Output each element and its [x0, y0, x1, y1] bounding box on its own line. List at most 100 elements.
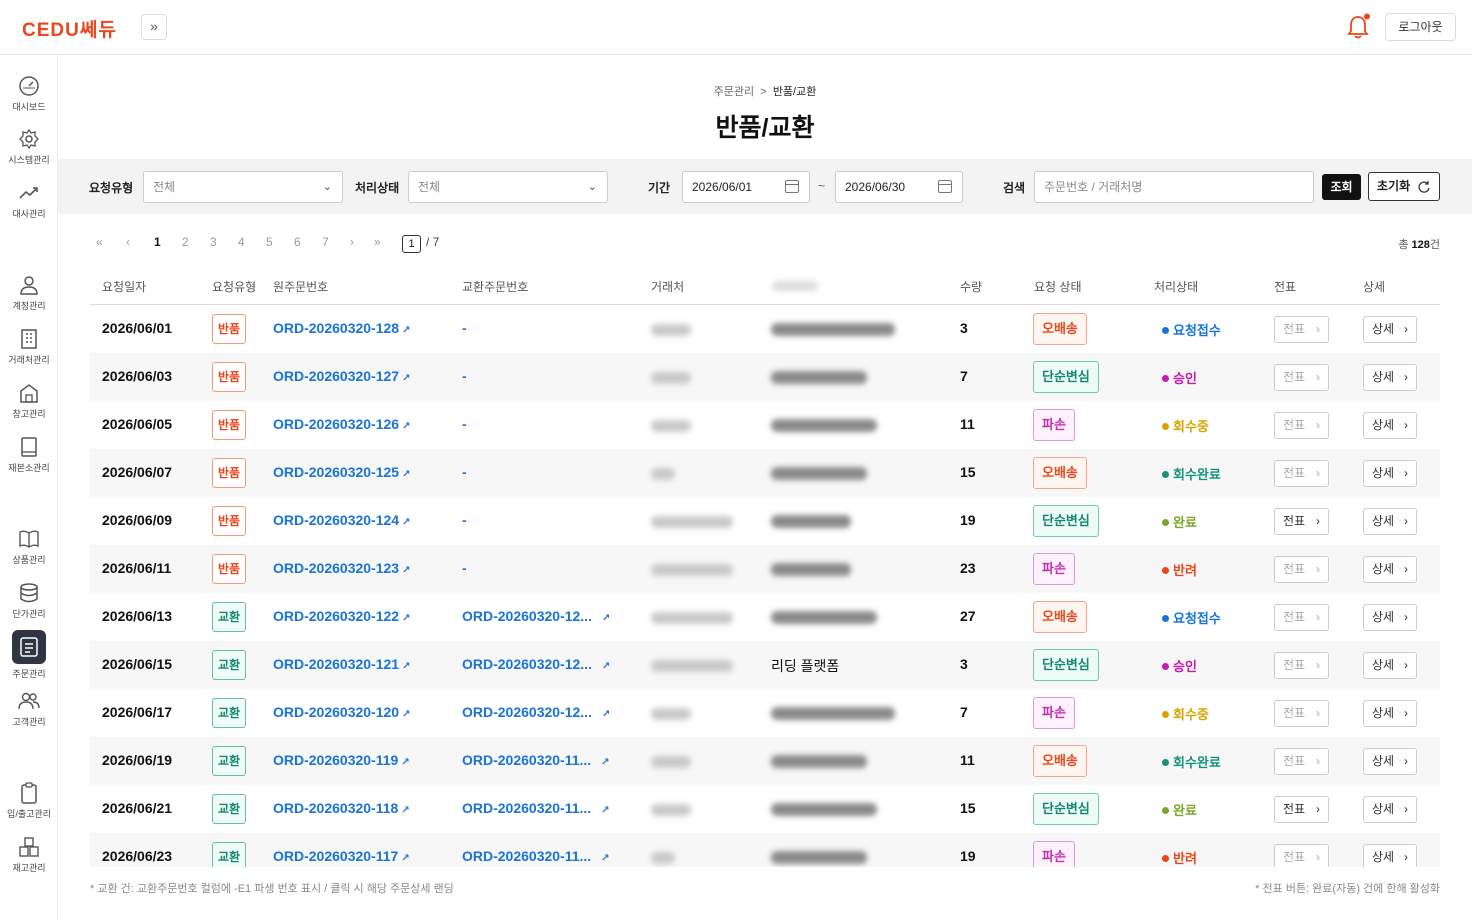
search-input[interactable]: 주문번호 / 거래처명 — [1034, 171, 1314, 203]
page-input[interactable]: 1 — [402, 235, 421, 253]
slip-button[interactable]: 전표 › — [1274, 508, 1329, 535]
notification-bell-icon[interactable] — [1345, 13, 1371, 41]
original-order-link[interactable]: ORD-20260320-120 ↗ — [273, 704, 410, 720]
sidebar-item-label: 시스템관리 — [8, 155, 50, 165]
date-from-input[interactable]: 2026/06/01 — [682, 171, 810, 203]
table-row[interactable]: 2026/06/15 교환 ORD-20260320-121 ↗ ORD-2026032… — [90, 641, 1440, 689]
sidebar-item-stock[interactable]: 재고관리 — [0, 836, 58, 874]
original-order-number: ORD-20260320-127 — [273, 368, 400, 384]
sidebar-item-inout[interactable]: 입/출고관리 — [0, 782, 58, 820]
original-order-link[interactable]: ORD-20260320-119 ↗ — [273, 752, 410, 768]
detail-button[interactable]: 상세 › — [1363, 652, 1417, 679]
detail-button[interactable]: 상세 › — [1363, 364, 1417, 391]
status-dot-icon — [1162, 615, 1169, 622]
original-order-link[interactable]: ORD-20260320-117 ↗ — [273, 848, 410, 864]
external-link-icon: ↗ — [402, 325, 411, 336]
original-order-link[interactable]: ORD-20260320-127 ↗ — [273, 368, 410, 384]
first-page-button[interactable]: « — [96, 235, 103, 249]
expand-sidebar-button[interactable]: » — [141, 14, 167, 40]
page-number[interactable]: 4 — [238, 235, 245, 249]
chevron-right-icon: › — [1316, 658, 1320, 672]
detail-button[interactable]: 상세 › — [1363, 460, 1417, 487]
request-type-badge: 반품 — [212, 554, 247, 584]
original-order-link[interactable]: ORD-20260320-118 ↗ — [273, 800, 410, 816]
prev-page-button[interactable]: ‹ — [126, 235, 130, 249]
date-to-input[interactable]: 2026/06/30 — [835, 171, 963, 203]
last-page-button[interactable]: » — [374, 235, 381, 249]
exchange-order-link[interactable]: ORD-20260320-11... ↗ — [462, 848, 610, 864]
detail-button[interactable]: 상세 › — [1363, 508, 1417, 535]
sidebar-item-account[interactable]: 계정관리 — [0, 274, 58, 312]
table-row[interactable]: 2026/06/17 교환 ORD-20260320-120 ↗ ORD-2026032… — [90, 689, 1440, 737]
table-row[interactable]: 2026/06/05 반품 ORD-20260320-126 ↗ - 11 파손 회수중 전표 ›… — [90, 401, 1440, 449]
detail-button[interactable]: 상세 › — [1363, 796, 1417, 823]
sidebar-item-price[interactable]: 단가관리 — [0, 582, 58, 620]
sidebar-item-warehouse[interactable]: 창고관리 — [0, 382, 58, 420]
detail-button[interactable]: 상세 › — [1363, 316, 1417, 343]
table-row[interactable]: 2026/06/23 교환 ORD-20260320-117 ↗ ORD-2026032… — [90, 833, 1440, 867]
sidebar-item-client[interactable]: 거래처관리 — [0, 328, 58, 366]
sidebar-item-label: 재고관리 — [12, 863, 46, 873]
sidebar-item-order[interactable]: 주문관리 — [0, 630, 58, 680]
exchange-order-link[interactable]: ORD-20260320-11... ↗ — [462, 800, 610, 816]
reset-button[interactable]: 초기화 — [1368, 172, 1440, 201]
exchange-order-link[interactable]: ORD-20260320-12... ↗ — [462, 704, 610, 720]
original-order-link[interactable]: ORD-20260320-124 ↗ — [273, 512, 410, 528]
original-order-link[interactable]: ORD-20260320-122 ↗ — [273, 608, 410, 624]
request-status-badge: 단순변심 — [1033, 505, 1099, 537]
exchange-order-link: - — [462, 368, 467, 384]
table-row[interactable]: 2026/06/19 교환 ORD-20260320-119 ↗ ORD-2026032… — [90, 737, 1440, 785]
page-number[interactable]: 6 — [294, 235, 301, 249]
cedu-logo[interactable]: CEDU쎄듀 — [22, 15, 117, 42]
detail-button[interactable]: 상세 › — [1363, 604, 1417, 631]
sidebar-item-reconcile[interactable]: 대사관리 — [0, 182, 58, 220]
page-number[interactable]: 7 — [322, 235, 329, 249]
request-date: 2026/06/15 — [102, 656, 173, 672]
detail-button[interactable]: 상세 › — [1363, 700, 1417, 727]
request-status-badge: 단순변심 — [1033, 361, 1099, 393]
total-suffix: 건 — [1429, 239, 1440, 251]
client-name-blurred — [651, 468, 675, 480]
exchange-order-link[interactable]: ORD-20260320-11... ↗ — [462, 752, 610, 768]
slip-button: 전표 › — [1274, 748, 1329, 775]
table-row[interactable]: 2026/06/11 반품 ORD-20260320-123 ↗ -23 파손 반려 전표 › 상… — [90, 545, 1440, 593]
product-name-blurred — [771, 419, 877, 432]
table-row[interactable]: 2026/06/01 반품 ORD-20260320-128 ↗ - 3 오배송 요청접수 전표… — [90, 305, 1440, 353]
exchange-order-link[interactable]: ORD-20260320-12... ↗ — [462, 608, 610, 624]
original-order-link[interactable]: ORD-20260320-128 ↗ — [273, 320, 410, 336]
page-number[interactable]: 2 — [182, 235, 189, 249]
table-row[interactable]: 2026/06/21 교환 ORD-20260320-118 ↗ ORD-2026032… — [90, 785, 1440, 833]
page-number[interactable]: 5 — [266, 235, 273, 249]
top-bar: CEDU쎄듀 » 로그아웃 — [0, 0, 1472, 55]
table-row[interactable]: 2026/06/09 반품 ORD-20260320-124 ↗ - 19 단순변심 완료 전표… — [90, 497, 1440, 545]
original-order-link[interactable]: ORD-20260320-121 ↗ — [273, 656, 410, 672]
next-page-button[interactable]: › — [350, 235, 354, 249]
page-number[interactable]: 3 — [210, 235, 217, 249]
search-button[interactable]: 조회 — [1322, 174, 1361, 200]
chevron-right-icon: › — [1404, 466, 1408, 480]
original-order-link[interactable]: ORD-20260320-123 ↗ — [273, 560, 410, 576]
slip-label: 전표 — [1283, 754, 1306, 768]
process-status-select[interactable]: 전체 ⌄ — [408, 171, 608, 203]
request-date: 2026/06/19 — [102, 752, 173, 768]
exchange-order-link[interactable]: ORD-20260320-12... ↗ — [462, 656, 610, 672]
sidebar-item-product[interactable]: 상품관리 — [0, 528, 58, 566]
table-row[interactable]: 2026/06/07 반품 ORD-20260320-125 ↗ - 15 오배송 회수완료 전… — [90, 449, 1440, 497]
logout-button[interactable]: 로그아웃 — [1385, 13, 1456, 41]
request-status-badge: 파손 — [1033, 697, 1075, 729]
sidebar-item-bindery[interactable]: 재본소관리 — [0, 436, 58, 474]
detail-button[interactable]: 상세 › — [1363, 748, 1417, 775]
sidebar-item-customer[interactable]: 고객관리 — [0, 690, 58, 728]
table-row[interactable]: 2026/06/13 교환 ORD-20260320-122 ↗ ORD-2026032… — [90, 593, 1440, 641]
detail-button[interactable]: 상세 › — [1363, 556, 1417, 583]
page-number[interactable]: 1 — [154, 235, 161, 249]
original-order-link[interactable]: ORD-20260320-125 ↗ — [273, 464, 410, 480]
slip-button[interactable]: 전표 › — [1274, 796, 1329, 823]
detail-button[interactable]: 상세 › — [1363, 844, 1417, 867]
table-row[interactable]: 2026/06/03 반품 ORD-20260320-127 ↗ - 7 단순변심 승인 전표 ›… — [90, 353, 1440, 401]
breadcrumb-parent[interactable]: 주문관리 — [714, 86, 754, 98]
table-header: 요청일자 요청유형 원주문번호 교환주문번호 거래처 수량 요청 상태 처리상태… — [90, 270, 1440, 305]
request-type-select[interactable]: 전체 ⌄ — [143, 171, 343, 203]
detail-button[interactable]: 상세 › — [1363, 412, 1417, 439]
original-order-link[interactable]: ORD-20260320-126 ↗ — [273, 416, 410, 432]
